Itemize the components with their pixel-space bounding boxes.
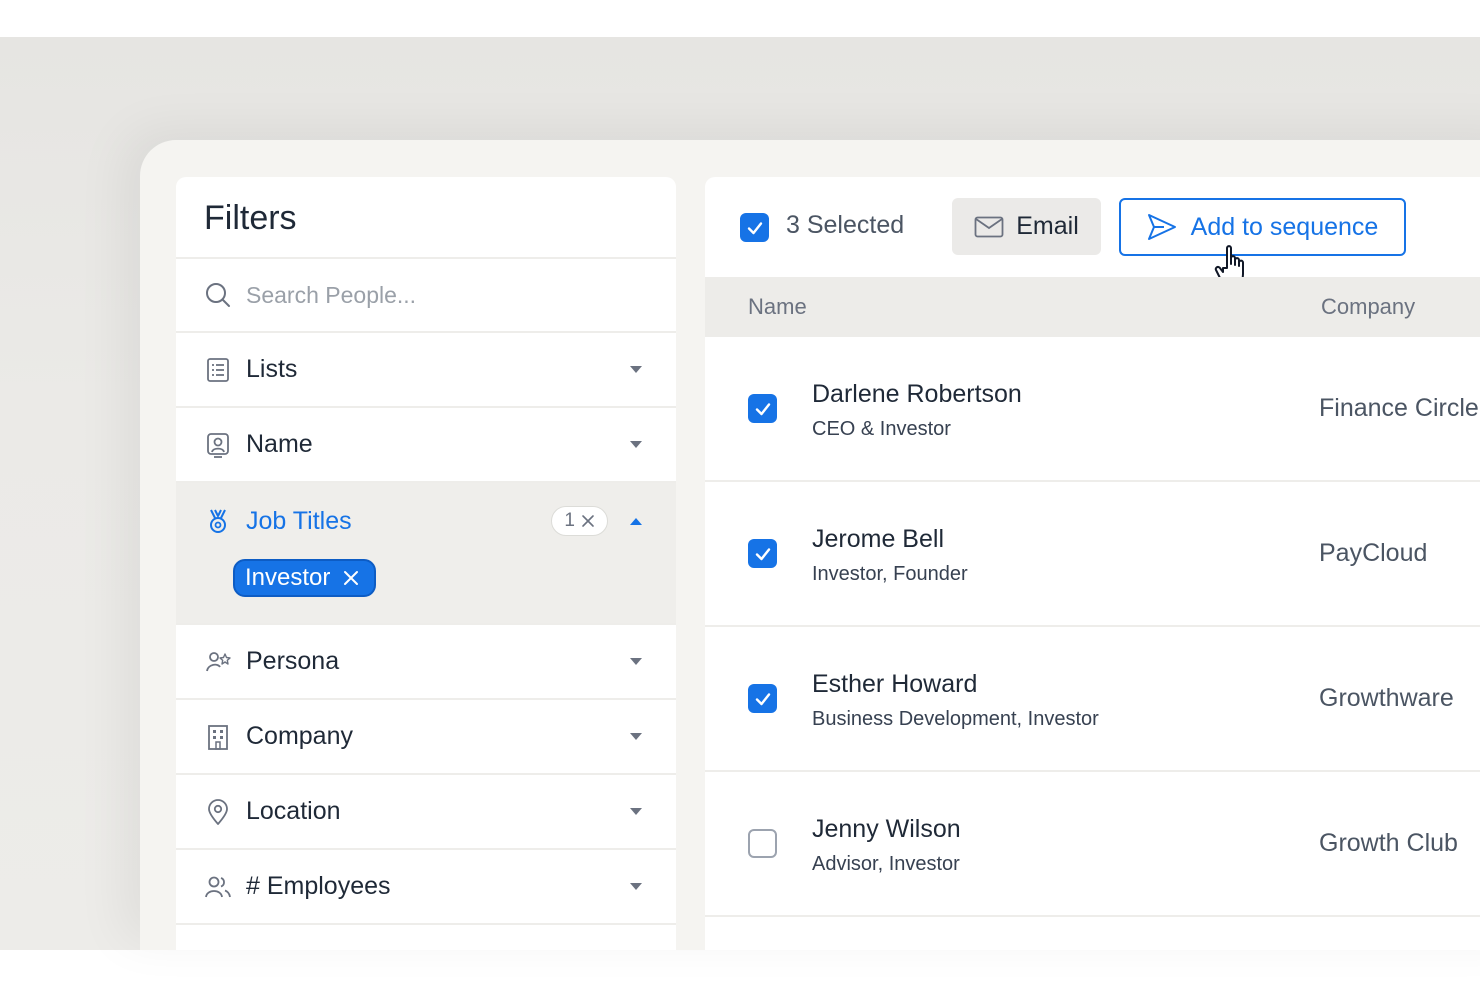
filter-job-titles-label: Job Titles xyxy=(246,506,352,535)
filter-job-titles-header[interactable]: Job Titles 1 xyxy=(204,483,642,559)
chevron-down-icon[interactable] xyxy=(630,808,642,815)
chevron-down-icon[interactable] xyxy=(630,883,642,890)
search-people-input[interactable] xyxy=(246,281,626,309)
person-title: CEO & Investor xyxy=(812,418,951,440)
map-pin-icon xyxy=(208,798,228,825)
table-row[interactable]: Jenny Wilson Advisor, Investor Growth Cl… xyxy=(705,772,1480,917)
checkmark-icon xyxy=(755,402,770,415)
remove-chip-icon[interactable] xyxy=(342,569,360,587)
medal-icon xyxy=(210,509,226,533)
filter-location[interactable]: Location xyxy=(176,775,676,850)
table-body: Darlene Robertson CEO & Investor Finance… xyxy=(705,337,1480,917)
chevron-up-icon[interactable] xyxy=(630,517,642,525)
checkmark-icon xyxy=(755,692,770,705)
contact-card-icon xyxy=(207,432,229,458)
email-button-label: Email xyxy=(1016,212,1079,240)
filter-job-titles[interactable]: Job Titles 1 Investor xyxy=(176,483,676,625)
search-icon xyxy=(206,283,230,307)
person-title: Business Development, Investor xyxy=(812,708,1099,730)
person-name[interactable]: Darlene Robertson xyxy=(812,380,1022,409)
person-title: Advisor, Investor xyxy=(812,853,960,875)
person-name[interactable]: Esther Howard xyxy=(812,670,977,699)
person-company[interactable]: Finance Circle xyxy=(1319,394,1479,423)
persona-star-icon xyxy=(206,651,231,671)
filter-employees-label: # Employees xyxy=(246,872,391,900)
filter-lists-label: Lists xyxy=(246,355,298,383)
job-titles-count-badge[interactable]: 1 xyxy=(551,506,608,536)
person-company[interactable]: Growthware xyxy=(1319,684,1454,713)
filter-location-label: Location xyxy=(246,797,341,825)
filter-company[interactable]: Company xyxy=(176,700,676,775)
add-to-sequence-button[interactable]: Add to sequence xyxy=(1119,198,1406,256)
filter-company-label: Company xyxy=(246,722,353,750)
filter-lists[interactable]: Lists xyxy=(176,333,676,408)
row-checkbox[interactable] xyxy=(748,829,777,858)
select-all-checkbox[interactable] xyxy=(740,213,769,242)
chevron-down-icon[interactable] xyxy=(630,366,642,373)
email-button[interactable]: Email xyxy=(952,198,1101,255)
filter-persona-label: Persona xyxy=(246,647,340,675)
chevron-down-icon[interactable] xyxy=(630,658,642,665)
person-company[interactable]: PayCloud xyxy=(1319,539,1427,568)
table-header: Name Company xyxy=(705,277,1480,337)
filter-employees[interactable]: # Employees xyxy=(176,850,676,925)
chip-label: Investor xyxy=(245,564,331,591)
add-to-sequence-label: Add to sequence xyxy=(1190,212,1379,241)
list-icon xyxy=(207,357,229,382)
filters-panel: Filters Lists Name xyxy=(176,177,676,950)
building-icon xyxy=(208,724,228,750)
bulk-actions-toolbar: 3 Selected Email Add to sequence xyxy=(705,177,1480,288)
filter-persona[interactable]: Persona xyxy=(176,625,676,700)
clear-icon[interactable] xyxy=(581,514,595,528)
mail-icon xyxy=(974,216,1004,237)
person-title: Investor, Founder xyxy=(812,563,968,585)
search-people-row[interactable] xyxy=(176,259,676,333)
row-checkbox[interactable] xyxy=(748,394,777,423)
filter-name-label: Name xyxy=(246,430,313,458)
filter-name[interactable]: Name xyxy=(176,408,676,483)
person-name[interactable]: Jerome Bell xyxy=(812,525,944,554)
row-checkbox[interactable] xyxy=(748,539,777,568)
users-icon xyxy=(205,876,231,897)
table-row[interactable]: Esther Howard Business Development, Inve… xyxy=(705,627,1480,772)
job-titles-count: 1 xyxy=(564,510,575,531)
person-name[interactable]: Jenny Wilson xyxy=(812,815,961,844)
table-row[interactable]: Darlene Robertson CEO & Investor Finance… xyxy=(705,337,1480,482)
filters-title: Filters xyxy=(176,177,676,259)
job-title-chip-investor[interactable]: Investor xyxy=(233,559,377,597)
row-checkbox[interactable] xyxy=(748,684,777,713)
checkmark-icon xyxy=(747,221,762,234)
table-row[interactable]: Jerome Bell Investor, Founder PayCloud xyxy=(705,482,1480,627)
send-icon xyxy=(1147,214,1176,240)
chevron-down-icon[interactable] xyxy=(630,733,642,740)
chevron-down-icon[interactable] xyxy=(630,441,642,448)
selected-count: 3 Selected xyxy=(786,211,905,239)
checkmark-icon xyxy=(755,547,770,560)
column-header-company[interactable]: Company xyxy=(1321,294,1415,320)
people-table-panel: 3 Selected Email Add to sequence Name Co… xyxy=(705,177,1480,950)
person-company[interactable]: Growth Club xyxy=(1319,829,1458,858)
column-header-name[interactable]: Name xyxy=(748,294,807,320)
